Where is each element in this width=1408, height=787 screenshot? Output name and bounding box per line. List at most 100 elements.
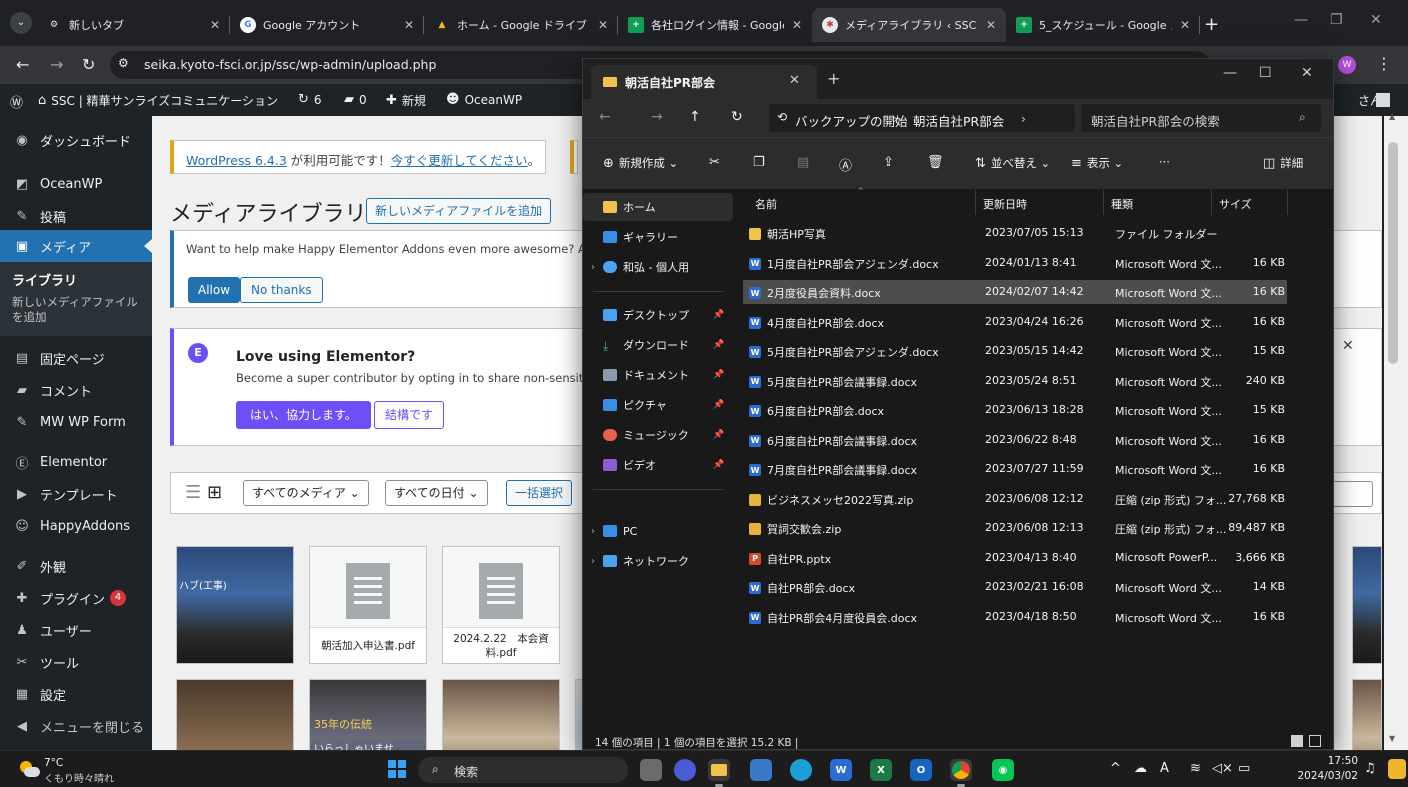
submenu-add-new[interactable]: 新しいメディアファイルを追加 (12, 295, 144, 325)
grid-view-icon[interactable]: ⊞ (207, 482, 222, 503)
close-tab-icon[interactable]: ✕ (792, 18, 802, 32)
menu-users[interactable]: ♟ ユーザー (0, 614, 152, 646)
wordpress-version-link[interactable]: WordPress 6.4.3 (186, 153, 287, 168)
new-tab-button[interactable]: + (1204, 14, 1219, 35)
scrollbar-thumb[interactable] (1388, 142, 1398, 364)
nav-home[interactable]: ホーム (583, 193, 733, 221)
nav-onedrive-personal[interactable]: › 和弘 - 個人用 (583, 253, 733, 281)
details-view-icon[interactable] (1291, 735, 1303, 747)
menu-appearance[interactable]: ✐ 外観 (0, 550, 152, 582)
more-options-button[interactable]: ··· (1159, 155, 1170, 169)
back-icon[interactable]: ← (16, 55, 29, 74)
nav-gallery[interactable]: ギャラリー (583, 223, 733, 251)
onedrive-tray-icon[interactable]: ☁ (1134, 761, 1147, 776)
media-thumbnail[interactable]: 2024.2.22 本会資料.pdf (442, 546, 560, 664)
expand-chevron-icon[interactable]: › (583, 526, 603, 537)
media-type-filter[interactable]: すべてのメディア ⌄ (243, 480, 369, 506)
allow-button[interactable]: Allow (188, 277, 241, 303)
file-row[interactable]: P 自社PR.pptx 2023/04/13 8:40 Microsoft Power… (743, 546, 1287, 570)
view-button[interactable]: ≡ 表示 ⌄ (1071, 155, 1123, 171)
media-thumbnail[interactable]: 朝活加入申込書.pdf (309, 546, 427, 664)
new-content-link[interactable]: ✚ 新規 (386, 92, 426, 109)
up-icon[interactable]: ↑ (689, 109, 701, 125)
elementor-decline-button[interactable]: 結構です (374, 401, 445, 429)
notification-bell-icon[interactable]: ♫ (1364, 761, 1376, 776)
wordpress-logo-icon[interactable]: Ⓦ (10, 92, 28, 111)
file-row[interactable]: W 2月度役員会資料.docx 2024/02/07 14:42 Microsoft … (743, 280, 1287, 304)
pin-icon[interactable]: 📌 (713, 430, 724, 440)
site-info-icon[interactable]: ⚙ (118, 56, 129, 70)
media-thumbnail[interactable]: 35年の伝統 いらっしゃいませ (309, 679, 427, 750)
scroll-up-icon[interactable]: ▲ (1389, 112, 1395, 121)
expand-chevron-icon[interactable]: › (583, 556, 603, 567)
browser-tab[interactable]: ⚙ 新しいタブ ✕ (36, 8, 230, 42)
pin-icon[interactable]: 📌 (713, 340, 724, 350)
close-tab-icon[interactable]: ✕ (1180, 18, 1190, 32)
browser-tab[interactable]: + 各社ログイン情報 - Google スプ ✕ (618, 8, 812, 42)
copilot-icon[interactable] (1388, 759, 1406, 779)
media-thumbnail[interactable]: ハブ(工事) (176, 546, 294, 664)
close-tab-icon[interactable]: ✕ (789, 73, 800, 88)
file-row[interactable]: W 自社PR部会.docx 2023/02/21 16:08 Microsoft Wo… (743, 575, 1287, 599)
forward-icon[interactable]: → (50, 55, 63, 74)
media-thumbnail[interactable] (442, 679, 560, 750)
browser-tab[interactable]: G Google アカウント ✕ (230, 8, 424, 42)
menu-happyaddons[interactable]: ☺ HappyAddons (0, 510, 152, 542)
edge-icon[interactable] (790, 759, 812, 781)
menu-tools[interactable]: ✂ ツール (0, 646, 152, 678)
meet-icon[interactable] (674, 759, 696, 781)
windows-start-icon[interactable] (388, 760, 406, 778)
outlook-icon[interactable]: O (910, 759, 932, 781)
submenu-library[interactable]: ライブラリ (12, 270, 77, 289)
minimize-icon[interactable]: — (1223, 65, 1237, 81)
sort-button[interactable]: ⇅ 並べ替え ⌄ (975, 155, 1050, 171)
chrome-icon[interactable] (950, 759, 972, 787)
file-row[interactable]: ビジネスメッセ2022写真.zip 2023/06/08 12:12 圧縮 (zip… (743, 487, 1287, 511)
breadcrumb-segment[interactable]: 朝活自社PR部会 (913, 111, 1004, 130)
pin-icon[interactable]: 📌 (713, 460, 724, 470)
updates-link[interactable]: ↻ 6 (298, 92, 322, 107)
menu-settings[interactable]: ▦ 設定 (0, 678, 152, 710)
volume-muted-icon[interactable]: ◁× (1212, 761, 1233, 776)
nav-videos[interactable]: ビデオ 📌 (583, 451, 733, 479)
minimize-icon[interactable]: — (1294, 12, 1308, 28)
comments-link[interactable]: ▰ 0 (344, 92, 367, 107)
pin-icon[interactable]: 📌 (713, 310, 724, 320)
dismiss-notice-icon[interactable]: ✕ (1342, 338, 1354, 354)
rename-button[interactable]: Ⓐ (839, 155, 857, 174)
menu-comments[interactable]: ▰ コメント (0, 374, 152, 406)
user-avatar[interactable] (1376, 93, 1390, 107)
scroll-down-icon[interactable]: ▼ (1389, 734, 1395, 743)
excel-icon[interactable]: X (870, 759, 892, 781)
show-hidden-icons-icon[interactable]: ^ (1110, 761, 1121, 776)
weather-icon[interactable] (18, 759, 40, 779)
clock-time[interactable]: 17:50 (1290, 755, 1358, 767)
details-pane-button[interactable]: ◫ 詳細 (1263, 155, 1303, 171)
file-row[interactable]: W 7月度自社PR部会議事録.docx 2023/07/27 11:59 Micros… (743, 457, 1287, 481)
no-thanks-button[interactable]: No thanks (240, 277, 323, 303)
forward-icon[interactable]: → (651, 109, 663, 125)
nav-pc[interactable]: › PC (583, 517, 733, 545)
nav-pictures[interactable]: ピクチャ 📌 (583, 391, 733, 419)
battery-icon[interactable]: ▭ (1238, 761, 1250, 776)
menu-pages[interactable]: ▤ 固定ページ (0, 342, 152, 374)
store-icon[interactable] (750, 759, 772, 781)
file-row[interactable]: 朝活HP写真 2023/07/05 15:13 ファイル フォルダー (743, 221, 1287, 245)
close-tab-icon[interactable]: ✕ (210, 18, 220, 32)
add-new-media-button[interactable]: 新しいメディアファイルを追加 (366, 198, 552, 224)
file-row[interactable]: W 1月度自社PR部会アジェンダ.docx 2024/01/13 8:41 Micro… (743, 251, 1287, 275)
tab-search-menu-icon[interactable]: ⌄ (10, 12, 32, 34)
browser-tab[interactable]: + 5_スケジュール - Google スプレ ✕ (1006, 8, 1200, 42)
browser-menu-icon[interactable]: ⋮ (1376, 54, 1392, 73)
bulk-select-button[interactable]: 一括選択 (506, 480, 573, 506)
explorer-tab[interactable]: 朝活自社PR部会 ✕ (591, 65, 817, 99)
menu-collapse[interactable]: ◀ メニューを閉じる (0, 710, 152, 742)
nav-downloads[interactable]: ⤓ ダウンロード 📌 (583, 331, 733, 359)
close-tab-icon[interactable]: ✕ (986, 18, 996, 32)
ime-icon[interactable]: A (1160, 761, 1169, 776)
file-row[interactable]: W 6月度自社PR部会議事録.docx 2023/06/22 8:48 Microso… (743, 428, 1287, 452)
taskbar-search[interactable]: ⌕ 検索 (418, 757, 628, 783)
wifi-icon[interactable]: ≋ (1190, 761, 1201, 776)
close-window-icon[interactable]: ✕ (1370, 12, 1382, 28)
profile-avatar[interactable]: W (1338, 56, 1356, 74)
